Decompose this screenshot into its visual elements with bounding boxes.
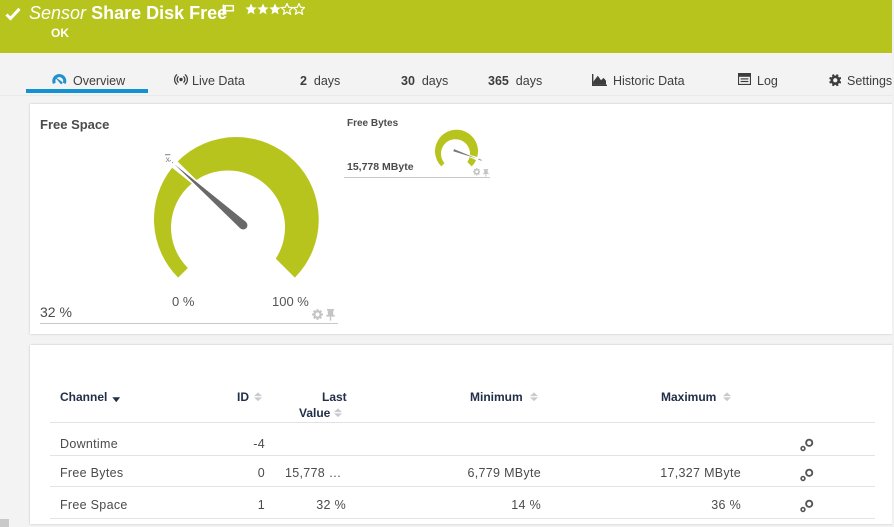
- svg-text:x: x: [166, 154, 171, 164]
